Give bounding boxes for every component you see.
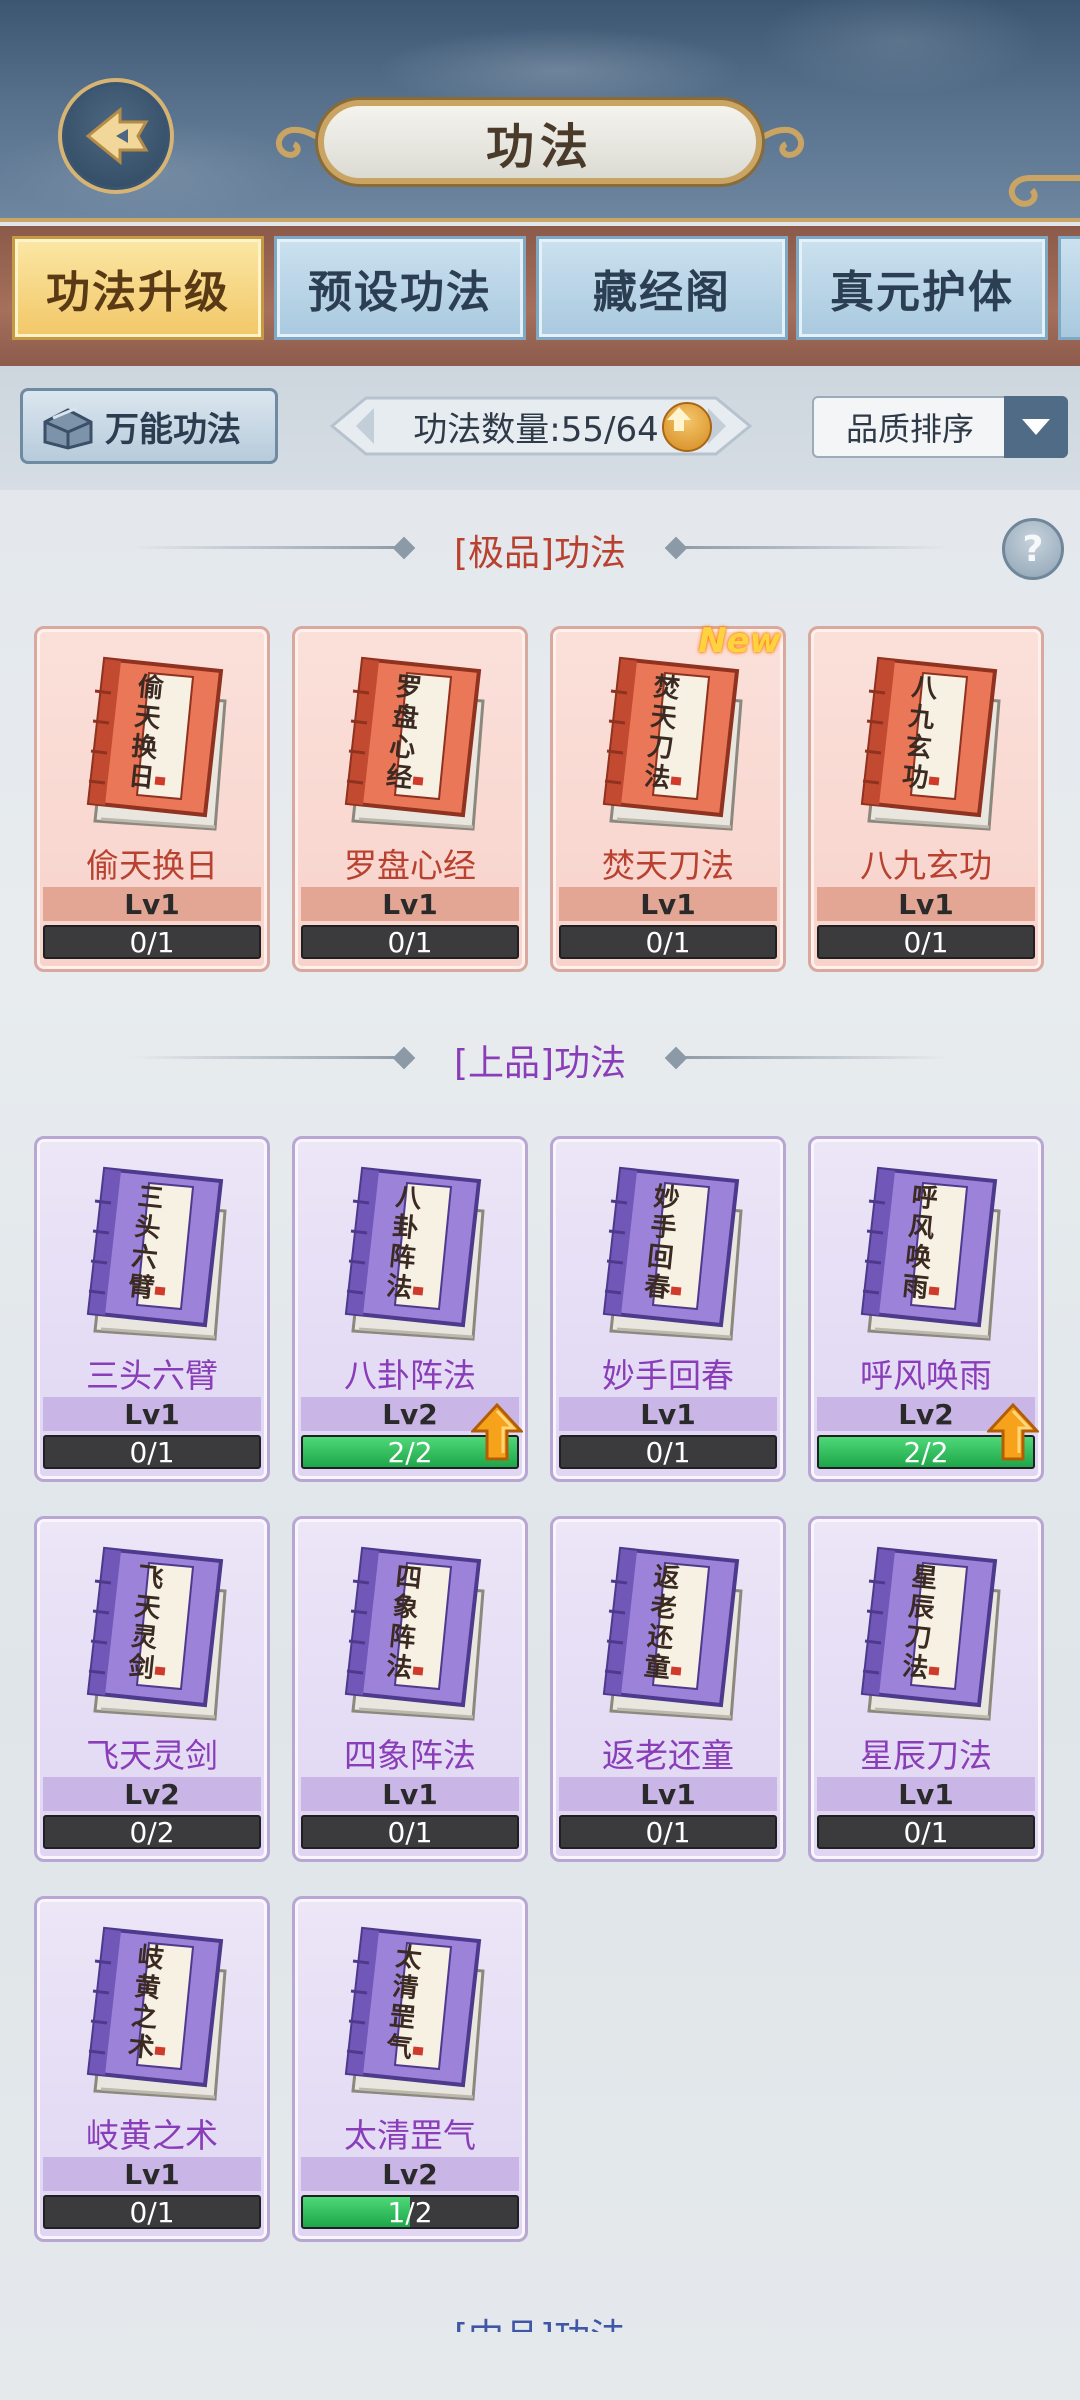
progress-label: 0/1	[129, 925, 175, 959]
progress-bar: 0/1	[43, 2195, 261, 2229]
technique-card[interactable]: 妙手回春 妙手回春 Lv1 0/1	[550, 1136, 786, 1482]
help-icon[interactable]: ?	[1002, 518, 1064, 580]
technique-card[interactable]: 呼风唤雨 呼风唤雨 Lv2 2/2	[808, 1136, 1044, 1482]
technique-name: 四象阵法	[344, 1736, 476, 1775]
technique-card[interactable]: 太清罡气 太清罡气 Lv2 1/2	[292, 1896, 528, 2242]
progress-label: 0/2	[129, 1815, 175, 1849]
technique-card[interactable]: 罗盘心经 罗盘心经 Lv1 0/1	[292, 626, 528, 972]
technique-level: Lv1	[43, 2157, 261, 2191]
technique-card[interactable]: 飞天灵剑 飞天灵剑 Lv2 0/2	[34, 1516, 270, 1862]
toolbar: 万能功法 功法数量:55/64 品质排序	[0, 366, 1080, 490]
technique-count: 功法数量:55/64	[326, 396, 756, 456]
technique-card[interactable]: 四象阵法 四象阵法 Lv1 0/1	[292, 1516, 528, 1862]
progress-label: 0/1	[129, 1435, 175, 1469]
divider	[670, 1056, 950, 1059]
chest-icon	[43, 406, 93, 450]
technique-name: 太清罡气	[344, 2116, 476, 2155]
title-plaque: 功法	[318, 100, 762, 184]
progress-label: 0/1	[645, 1435, 691, 1469]
tab-overflow-edge[interactable]	[1058, 236, 1080, 340]
technique-level: Lv1	[817, 1777, 1035, 1811]
technique-name: 飞天灵剑	[86, 1736, 218, 1775]
technique-level: Lv1	[559, 1397, 777, 1431]
technique-card[interactable]: 岐黄之术 岐黄之术 Lv1 0/1	[34, 1896, 270, 2242]
technique-level: Lv1	[301, 1777, 519, 1811]
technique-level: Lv1	[559, 887, 777, 921]
header-ornament-right	[1008, 175, 1080, 207]
section-title-high: [上品]功法	[453, 1043, 627, 1084]
upgrade-arrow-icon[interactable]	[662, 402, 712, 452]
upgrade-arrow-icon[interactable]	[471, 1403, 523, 1461]
technique-level: Lv1	[43, 1397, 261, 1431]
technique-name: 八卦阵法	[344, 1356, 476, 1395]
technique-card[interactable]: 焚天刀法 焚天刀法 Lv1 0/1 New	[550, 621, 786, 972]
section-header-top: [极品]功法	[0, 518, 1080, 578]
sort-label: 品质排序	[845, 410, 974, 448]
technique-count-label: 功法数量:55/64	[413, 409, 659, 450]
progress-bar: 0/1	[301, 1815, 519, 1849]
progress-label: 0/1	[387, 1815, 433, 1849]
top-header: 功法	[0, 0, 1080, 222]
progress-bar: 0/1	[817, 925, 1035, 959]
upgrade-arrow-icon[interactable]	[987, 1403, 1039, 1461]
tab-preset[interactable]: 预设功法	[274, 236, 526, 340]
technique-card[interactable]: 八卦阵法 八卦阵法 Lv2 2/2	[292, 1136, 528, 1482]
sort-dropdown[interactable]: 品质排序	[812, 396, 1068, 458]
technique-level: Lv1	[301, 887, 519, 921]
technique-name: 三头六臂	[86, 1356, 218, 1395]
technique-name: 呼风唤雨	[860, 1356, 992, 1395]
progress-bar: 0/2	[43, 1815, 261, 1849]
new-badge: New	[698, 621, 781, 661]
page-title: 功法	[485, 119, 594, 175]
progress-label: 0/1	[645, 925, 691, 959]
technique-level: Lv2	[301, 2157, 519, 2191]
progress-label: 0/1	[387, 925, 433, 959]
section-title-top: [极品]功法	[453, 533, 627, 574]
progress-bar: 0/1	[43, 925, 261, 959]
section-header-mid: [中品]功法	[0, 2300, 1080, 2332]
progress-label: 1/2	[387, 2195, 433, 2229]
tab-protection[interactable]: 真元护体	[796, 236, 1048, 340]
progress-label: 0/1	[903, 1815, 949, 1849]
progress-label: 0/1	[129, 2195, 175, 2229]
technique-name: 焚天刀法	[602, 846, 734, 885]
section-header-high: [上品]功法	[0, 1028, 1080, 1088]
technique-name: 罗盘心经	[344, 846, 476, 885]
progress-bar: 0/1	[817, 1815, 1035, 1849]
technique-card[interactable]: 八九玄功 八九玄功 Lv1 0/1	[808, 626, 1044, 972]
technique-card[interactable]: 星辰刀法 星辰刀法 Lv1 0/1	[808, 1516, 1044, 1862]
progress-bar: 0/1	[301, 925, 519, 959]
tab-library[interactable]: 藏经阁	[536, 236, 788, 340]
technique-level: Lv2	[43, 1777, 261, 1811]
section-title-mid: [中品]功法	[0, 2308, 1080, 2332]
chevron-down-icon[interactable]	[1004, 396, 1068, 458]
technique-name: 八九玄功	[860, 846, 992, 885]
technique-card[interactable]: 三头六臂 三头六臂 Lv1 0/1	[34, 1136, 270, 1482]
progress-bar: 0/1	[559, 1815, 777, 1849]
universal-technique-button[interactable]: 万能功法	[20, 388, 278, 464]
technique-level: Lv1	[43, 887, 261, 921]
back-button[interactable]	[58, 78, 174, 194]
back-arrow-icon	[85, 106, 149, 166]
technique-name: 星辰刀法	[860, 1736, 992, 1775]
technique-name: 偷天换日	[86, 846, 218, 885]
technique-name: 返老还童	[602, 1736, 734, 1775]
progress-bar: 1/2	[301, 2195, 519, 2229]
technique-level: Lv1	[817, 887, 1035, 921]
technique-name: 妙手回春	[602, 1356, 734, 1395]
technique-card[interactable]: 返老还童 返老还童 Lv1 0/1	[550, 1516, 786, 1862]
tab-upgrade[interactable]: 功法升级	[12, 236, 264, 340]
universal-technique-label: 万能功法	[105, 409, 241, 450]
divider	[670, 546, 950, 549]
tab-bar: 功法升级 预设功法 藏经阁 真元护体	[0, 226, 1080, 366]
technique-card[interactable]: 偷天换日 偷天换日 Lv1 0/1	[34, 626, 270, 972]
technique-level: Lv1	[559, 1777, 777, 1811]
progress-bar: 0/1	[43, 1435, 261, 1469]
progress-bar: 0/1	[559, 925, 777, 959]
progress-label: 0/1	[903, 925, 949, 959]
progress-bar: 0/1	[559, 1435, 777, 1469]
technique-name: 岐黄之术	[86, 2116, 218, 2155]
progress-label: 0/1	[645, 1815, 691, 1849]
